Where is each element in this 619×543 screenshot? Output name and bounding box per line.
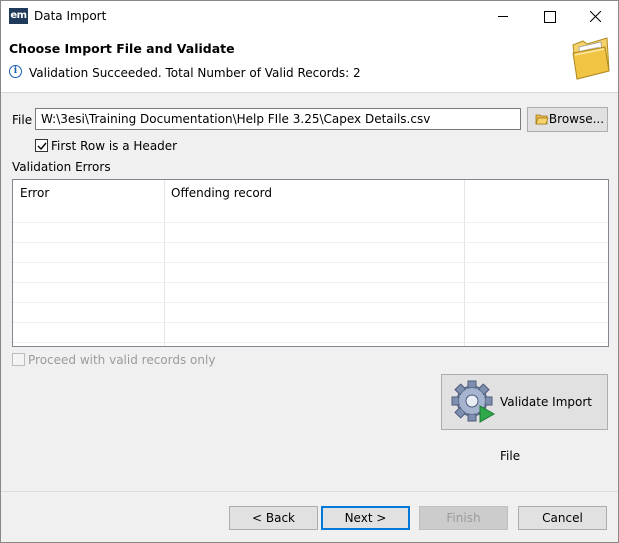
close-button[interactable] [572,1,618,31]
first-row-header-label[interactable]: First Row is a Header [51,139,177,153]
row-divider [13,262,608,263]
validation-status: Validation Succeeded. Total Number of Va… [29,66,361,80]
next-button[interactable]: Next > [321,506,410,530]
gear-play-icon [451,380,496,423]
row-divider [13,302,608,303]
validation-errors-label: Validation Errors [12,160,111,174]
data-import-dialog: em Data Import Choose Import File and Va… [0,0,619,543]
footer-divider [1,491,618,492]
window-title: Data Import [34,9,107,23]
first-row-header-checkbox[interactable] [35,139,48,152]
checkmark-icon [37,142,47,151]
proceed-valid-only-label: Proceed with valid records only [28,353,216,367]
cancel-button[interactable]: Cancel [518,506,607,530]
row-divider [13,322,608,323]
column-header-offending-record[interactable]: Offending record [164,180,464,206]
proceed-valid-only-checkbox [12,353,25,366]
browse-label: Browse... [548,112,605,126]
row-divider [13,342,608,343]
folder-icon [572,37,610,80]
validate-import-file-button[interactable]: Validate Import File [441,374,608,463]
minimize-button[interactable] [480,1,526,31]
back-button[interactable]: < Back [229,506,318,530]
browse-folder-icon [535,114,549,125]
validation-errors-table[interactable]: Error Offending record [12,179,609,347]
browse-button[interactable]: Browse... [527,107,608,132]
title-bar[interactable]: em Data Import [1,1,618,31]
finish-button: Finish [419,506,508,530]
row-divider [13,242,608,243]
maximize-button[interactable] [526,1,572,31]
app-icon: em [9,8,28,24]
close-icon [590,11,601,22]
validate-label: Validate Import File [500,395,592,463]
row-divider [13,222,608,223]
file-label: File [12,113,33,127]
info-icon: i [9,65,22,78]
wizard-header: Choose Import File and Validate i Valida… [1,31,618,93]
page-title: Choose Import File and Validate [9,41,235,56]
file-path-input[interactable] [35,108,521,130]
row-divider [13,282,608,283]
column-header-error[interactable]: Error [13,180,164,206]
